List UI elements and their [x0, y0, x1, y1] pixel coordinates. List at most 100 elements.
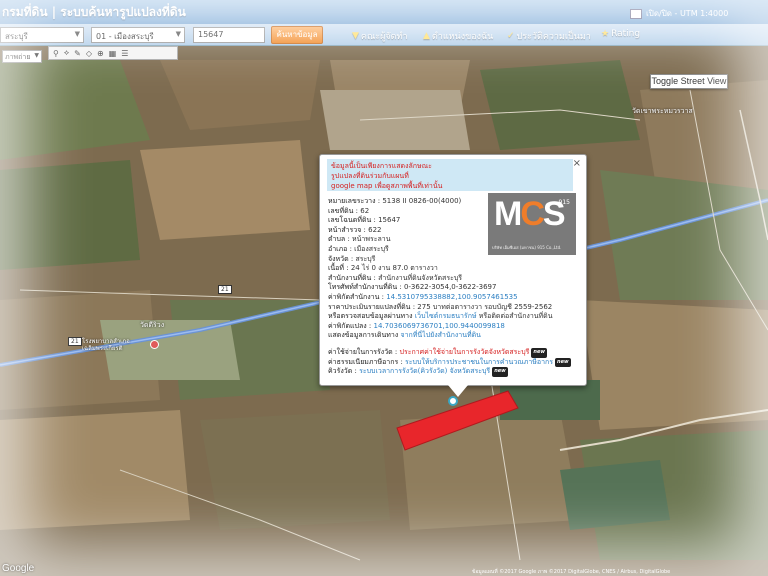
toggle-street-view-button[interactable]: Toggle Street View	[650, 74, 728, 89]
field-value: หน้าพระลาน	[352, 235, 391, 244]
field-value: 0-3622-3054,0-3622-3697	[403, 283, 497, 292]
directions-link[interactable]: จากที่นี่ไปยังสำนักงานที่ดิน	[401, 331, 481, 339]
chevron-down-icon: ▼	[34, 52, 39, 59]
field-value: 5138 II 0826-00(4000)	[382, 197, 462, 205]
location-icon: ▲	[423, 31, 430, 41]
parcel-coords-link[interactable]: 14.7036069736701,100.9440099818	[374, 322, 505, 330]
app-header: กรมที่ดิน | ระบบค้นหารูปแปลงที่ดิน เปิด/…	[0, 0, 768, 24]
survey-cost-link[interactable]: ประกาศค่าใช้จ่ายในการรังวัดจังหวัดสระบุร…	[400, 348, 530, 356]
field-label: ค่าใช้จ่ายในการรังวัด	[328, 347, 393, 356]
province-select[interactable]: สระบุรี ▼	[0, 27, 84, 43]
team-link[interactable]: ▼ คณะผู้จัดทำ	[352, 29, 408, 43]
map-copyright[interactable]: ข้อมูลแผนที่ ©2017 Google ภาพ ©2017 Digi…	[472, 568, 670, 576]
field-label: หน้าสำรวจ	[328, 225, 362, 234]
history-label: ประวัติความเป็นมา	[516, 32, 591, 42]
field-value: 275 บาทต่อตารางวา รอบบัญชี 2559-2562	[417, 302, 553, 311]
survey-queue-link[interactable]: ระบบเวลาการรังวัด(คิวรังวัด) จังหวัดสระบ…	[359, 367, 490, 375]
map-toolbar: ⚲ ⟡ ✎ ◇ ⊕ ▦ ☰	[48, 46, 178, 60]
district-value: 01 - เมืองสระบุรี	[96, 32, 154, 41]
field-value: สระบุรี	[355, 254, 376, 263]
field-survey-page: หน้าสำรวจ : 622	[328, 225, 382, 234]
parcel-number-value: 15647	[198, 30, 224, 39]
notice-line: รูปแปลงที่ดินร่วมกับแผนที่	[331, 172, 409, 180]
field-label: สำนักงานที่ดิน	[328, 273, 372, 282]
hospital-label: โรงพยาบาลสำเภอ เฉลิมพระเกียรติ	[82, 338, 130, 352]
my-location-link[interactable]: ▲ ตำแหน่งของฉัน	[423, 29, 493, 43]
rating-link[interactable]: ★ Rating	[601, 29, 640, 39]
field-land-office: สำนักงานที่ดิน : สำนักงานที่ดินจังหวัดสร…	[328, 273, 463, 282]
parcel-number-input[interactable]: 15647	[193, 27, 265, 43]
field-label: แสดงข้อมูลการเดินทาง	[328, 331, 399, 340]
info-window-tail	[448, 385, 468, 397]
notice-line: ข้อมูลนี้เป็นเพียงการแสดงลักษณะ	[331, 162, 432, 170]
parcel-details: หมายเลขระวาง : 5138 II 0826-00(4000) เลข…	[328, 197, 578, 377]
treasury-link[interactable]: เว็บไซต์กรมธนารักษ์	[415, 312, 477, 320]
team-icon: ▼	[352, 31, 359, 41]
layer-select[interactable]: ภาพถ่าย ▼	[2, 50, 42, 63]
zoom-icon[interactable]: ⊕	[97, 49, 104, 58]
field-appraisal: ราคาประเมินรายแปลงที่ดิน : 275 บาทต่อตาร…	[328, 302, 553, 311]
close-icon[interactable]: ×	[573, 158, 581, 169]
tax-fee-link[interactable]: ระบบให้บริการประชาชนในการคำนวณภาษีอากร	[405, 358, 553, 366]
field-value: เมืองสระบุรี	[354, 244, 389, 253]
search-button[interactable]: ค้นหาข้อมูล	[271, 26, 323, 44]
history-icon: ✓	[507, 31, 515, 41]
polygon-icon[interactable]: ◇	[86, 49, 92, 58]
field-value: 15647	[378, 216, 401, 225]
field-label: อำเภอ	[328, 244, 348, 253]
province-value: สระบุรี	[5, 32, 28, 41]
field-office-phone: โทรศัพท์สำนักงานที่ดิน : 0-3622-3054,0-3…	[328, 283, 497, 292]
checkbox[interactable]	[630, 8, 642, 19]
field-label: เลขที่ดิน	[328, 206, 354, 215]
field-value: 622	[368, 225, 382, 234]
field-label: เลขโฉนดที่ดิน	[328, 216, 372, 225]
notice-box: ข้อมูลนี้เป็นเพียงการแสดงลักษณะ รูปแปลงท…	[327, 159, 573, 191]
field-sheet-number: หมายเลขระวาง : 5138 II 0826-00(4000)	[328, 197, 462, 205]
tax-fee-row: ค่าธรรมเนียมภาษีอากร : ระบบให้บริการประช…	[328, 357, 571, 368]
field-label: ตำบล	[328, 235, 346, 244]
office-coords-link[interactable]: 14.5310795338882,100.9057461535	[386, 293, 517, 301]
measure-icon[interactable]: ✎	[74, 49, 81, 58]
chevron-down-icon: ▼	[74, 30, 80, 38]
field-district: อำเภอ : เมืองสระบุรี	[328, 244, 389, 253]
map-marker[interactable]	[448, 396, 458, 406]
my-location-label: ตำแหน่งของฉัน	[431, 32, 494, 42]
team-link-label: คณะผู้จัดทำ	[360, 32, 408, 42]
app-title: กรมที่ดิน | ระบบค้นหารูปแปลงที่ดิน	[2, 5, 186, 19]
new-badge: new	[555, 357, 571, 368]
grid-icon[interactable]: ▦	[109, 49, 117, 58]
field-label: ค่าพิกัดสำนักงาน	[328, 292, 380, 301]
chevron-down-icon: ▼	[175, 30, 181, 38]
field-label: จังหวัด	[328, 254, 349, 263]
layer-value: ภาพถ่าย	[5, 53, 31, 61]
parcel-info-window: × ข้อมูลนี้เป็นเพียงการแสดงลักษณะ รูปแปล…	[319, 154, 587, 397]
layers-icon[interactable]: ☰	[121, 49, 128, 58]
field-directions: แสดงข้อมูลการเดินทาง จากที่นี่ไปยังสำนัก…	[328, 331, 578, 341]
field-subdistrict: ตำบล : หน้าพระลาน	[328, 235, 391, 244]
field-label: ราคาประเมินรายแปลงที่ดิน	[328, 302, 411, 311]
road-shield: 21	[68, 337, 82, 346]
new-badge: new	[531, 347, 547, 358]
field-deed-number: เลขโฉนดที่ดิน : 15647	[328, 216, 401, 225]
star-icon: ★	[601, 29, 610, 39]
temple-label: วัดเขาพระหมวรวาส	[632, 107, 693, 115]
field-value: สำนักงานที่ดินจังหวัดสระบุรี	[378, 273, 463, 282]
rating-label: Rating	[611, 29, 641, 39]
utm-toggle[interactable]: เปิด/ปิด - UTM 1:4000	[630, 7, 728, 20]
field-label: หรือตรวจสอบข้อมูลผ่านทาง	[328, 312, 413, 321]
google-logo: Google	[2, 563, 35, 574]
notice-line: google map เพื่อดูสภาพพื้นที่เท่านั้น	[331, 182, 443, 190]
field-value: 62	[360, 206, 370, 215]
new-badge: new	[492, 367, 508, 377]
field-label: ค่าพิกัดแปลง	[328, 321, 367, 330]
field-value: 24 ไร่ 0 งาน 87.0 ตารางวา	[350, 264, 438, 273]
history-link[interactable]: ✓ ประวัติความเป็นมา	[507, 29, 591, 43]
field-label: เนื้อที่	[328, 264, 344, 273]
map-pin-icon[interactable]: ⚲	[53, 49, 59, 58]
road-shield: 21	[218, 285, 232, 294]
route-icon[interactable]: ⟡	[64, 48, 69, 58]
field-parcel-coords: ค่าพิกัดแปลง : 14.7036069736701,100.9440…	[328, 321, 505, 330]
field-label: โทรศัพท์สำนักงานที่ดิน	[328, 283, 398, 292]
hospital-icon	[150, 340, 159, 349]
district-select[interactable]: 01 - เมืองสระบุรี ▼	[91, 27, 185, 43]
